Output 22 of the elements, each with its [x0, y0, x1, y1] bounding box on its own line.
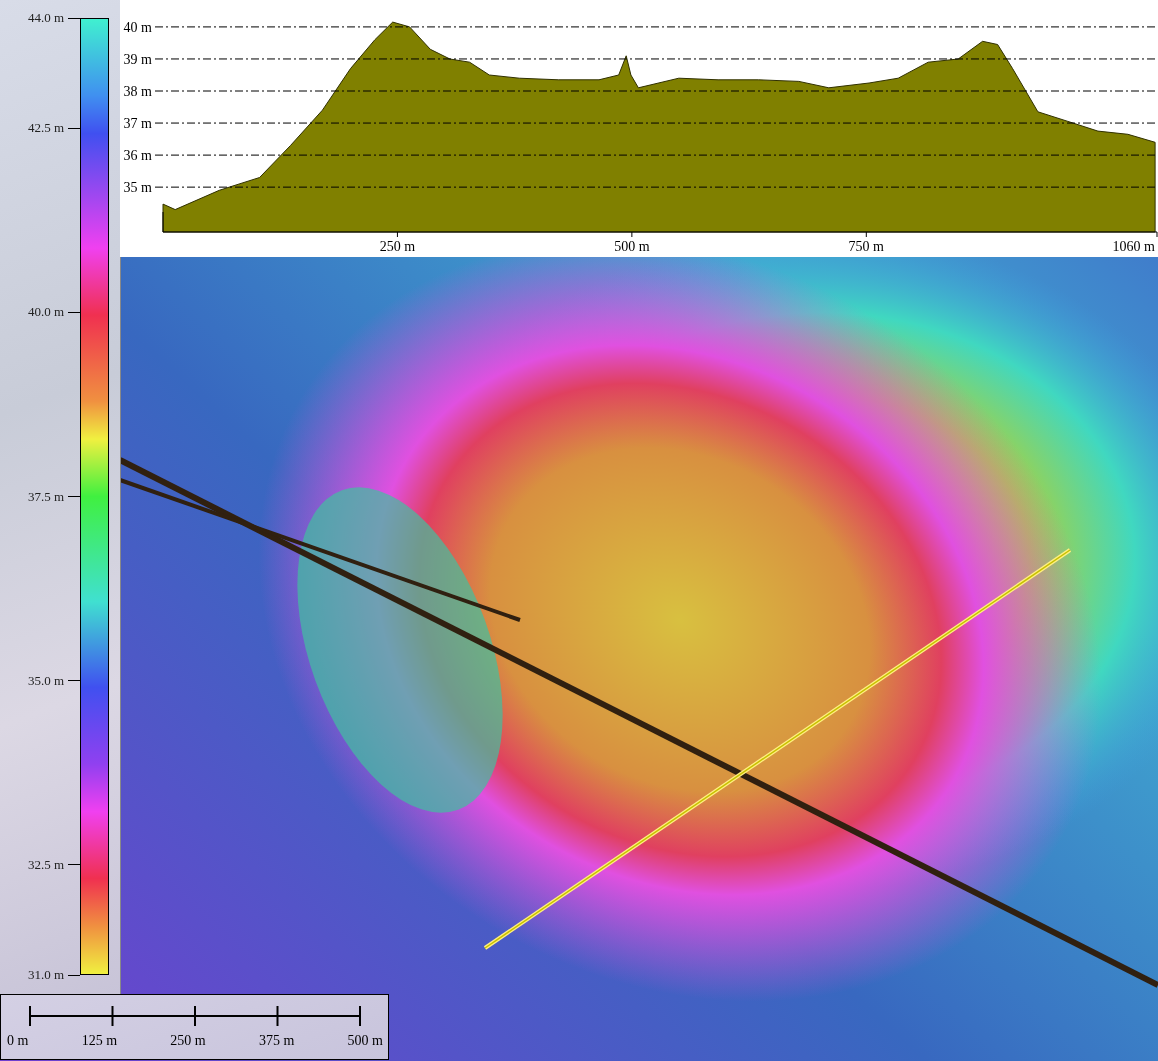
legend-label: 44.0 m [27, 10, 64, 26]
y-axis-label: 39 m [123, 51, 152, 67]
y-axis-label: 36 m [123, 148, 152, 164]
y-axis-label: 37 m [123, 116, 152, 132]
y-axis-label: 35 m [123, 180, 152, 196]
y-axis-label: 40 m [123, 19, 152, 35]
x-axis-label: 250 m [379, 239, 416, 254]
legend-label: 42.5 m [27, 120, 64, 137]
scale-label: 125 m [81, 1033, 118, 1049]
legend-label: 37.5 m [27, 488, 64, 505]
scale-label: 375 m [258, 1033, 295, 1049]
y-axis-label: 38 m [123, 84, 152, 99]
legend-label: 31.0 m [27, 967, 64, 983]
legend-label: 40.0 m [27, 304, 64, 321]
x-axis-label: 1060 m [1112, 239, 1155, 254]
scale-label: 500 m [347, 1033, 383, 1049]
x-axis-label: 500 m [614, 239, 650, 254]
scale-label: 250 m [170, 1033, 206, 1049]
legend-label: 32.5 m [27, 856, 64, 873]
x-axis-label: 750 m [848, 239, 884, 254]
scale-label: 0 m [7, 1033, 29, 1049]
legend-label: 35.0 m [27, 672, 64, 689]
